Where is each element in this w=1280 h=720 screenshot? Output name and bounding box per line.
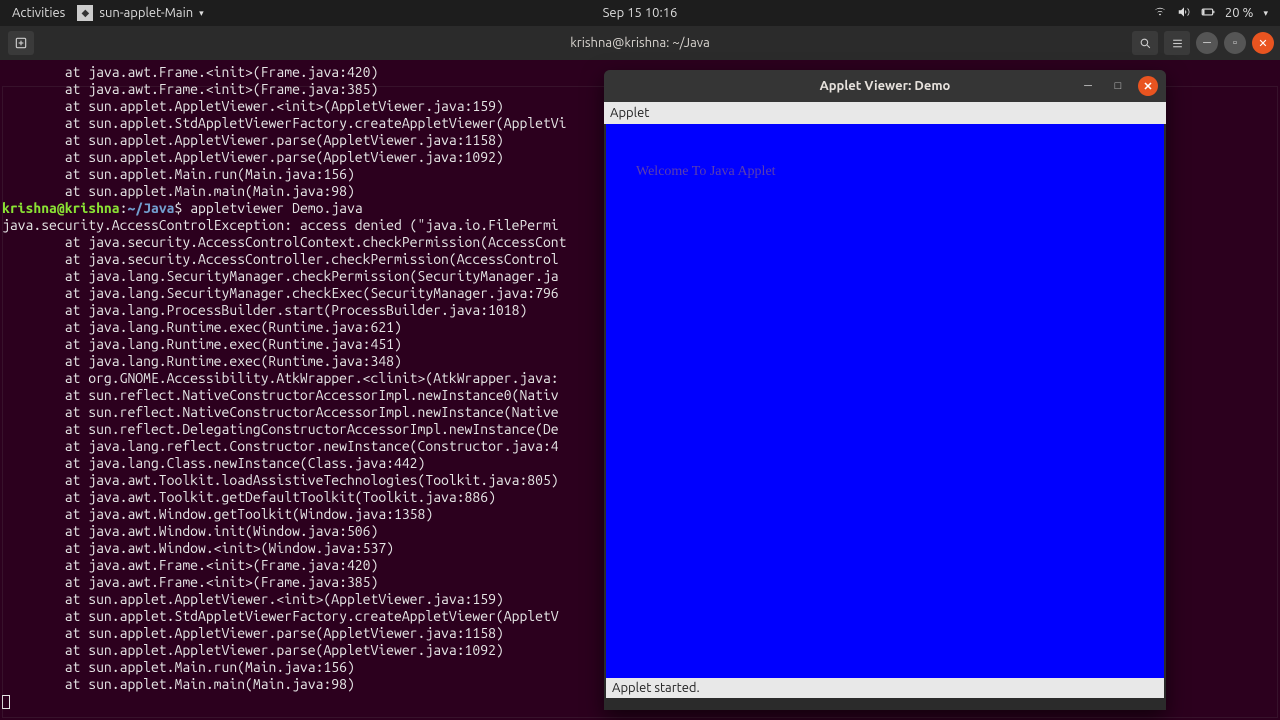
new-tab-button[interactable]	[8, 31, 34, 55]
applet-welcome-text: Welcome To Java Applet	[636, 164, 776, 180]
menu-button[interactable]	[1164, 31, 1190, 55]
battery-percent-label: 20 %	[1225, 6, 1254, 20]
applet-viewer-window: Applet Viewer: Demo ─ □ ✕ Applet Welcome…	[604, 70, 1166, 710]
applet-menu-item[interactable]: Applet	[610, 106, 649, 120]
applet-maximize-button[interactable]: □	[1108, 76, 1128, 96]
maximize-button[interactable]: ▫	[1224, 32, 1246, 54]
applet-titlebar[interactable]: Applet Viewer: Demo ─ □ ✕	[604, 70, 1166, 102]
gnome-topbar: Activities ◆ sun-applet-Main ▾ Sep 15 10…	[0, 0, 1280, 26]
system-menu-chevron-icon[interactable]: ▾	[1263, 8, 1268, 19]
applet-minimize-button[interactable]: ─	[1078, 76, 1098, 96]
applet-title-label: Applet Viewer: Demo	[820, 79, 951, 93]
wifi-icon[interactable]	[1153, 5, 1167, 22]
applet-close-button[interactable]: ✕	[1138, 76, 1158, 96]
chevron-down-icon: ▾	[199, 8, 204, 19]
search-button[interactable]	[1132, 31, 1158, 55]
volume-icon[interactable]	[1177, 5, 1191, 22]
minimize-button[interactable]: ─	[1196, 32, 1218, 54]
terminal-titlebar: krishna@krishna: ~/Java ─ ▫ ✕	[0, 26, 1280, 60]
java-icon: ◆	[77, 5, 93, 21]
clock[interactable]: Sep 15 10:16	[603, 6, 678, 20]
applet-canvas: Welcome To Java Applet	[606, 124, 1164, 678]
app-name-label: sun-applet-Main	[99, 6, 193, 20]
activities-button[interactable]: Activities	[12, 6, 65, 20]
battery-icon[interactable]	[1201, 5, 1215, 22]
applet-menubar: Applet	[604, 102, 1166, 124]
applet-status-bar: Applet started.	[606, 678, 1164, 698]
close-button[interactable]: ✕	[1252, 32, 1274, 54]
terminal-title: krishna@krishna: ~/Java	[570, 36, 710, 50]
applet-status-text: Applet started.	[612, 681, 700, 695]
app-menu[interactable]: ◆ sun-applet-Main ▾	[77, 5, 203, 21]
